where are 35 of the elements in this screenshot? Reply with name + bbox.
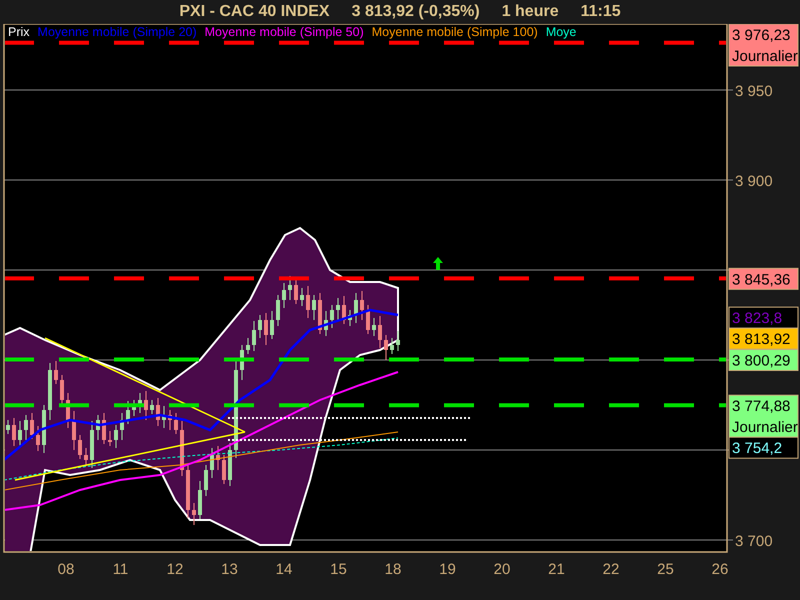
tag-period: Journalier <box>732 419 798 436</box>
time: 11:15 <box>580 3 621 21</box>
legend-item: Moye <box>546 25 576 39</box>
tag-value: 3 754,2 <box>732 440 782 458</box>
axis-label: 13 <box>221 561 238 578</box>
axis-label: 3 950 <box>735 83 773 100</box>
legend-item: Moyenne mobile (Simple 100) <box>372 25 538 39</box>
tag-value: 3 845,36 <box>732 271 790 288</box>
axis-label: 18 <box>384 561 402 578</box>
axis-label: 11 <box>112 561 128 578</box>
tag-value: 3 774,88 <box>732 398 790 416</box>
tag-value: 3 813,92 <box>732 331 790 348</box>
axis-label: 14 <box>276 561 292 578</box>
axis-label: 3 700 <box>735 533 773 550</box>
tag-value: 3 823,8 <box>732 310 782 328</box>
legend-item: Moyenne mobile (Simple 20) <box>38 25 197 39</box>
timeframe: 1 heure <box>502 3 559 21</box>
tag-value: 3 800,29 <box>732 352 790 370</box>
legend-item: Prix <box>8 25 30 39</box>
tag-period: Journalier <box>732 48 798 65</box>
up-arrow-icon <box>433 257 443 270</box>
tag-value: 3 976,23 <box>732 27 790 44</box>
axis-label: 3 900 <box>735 173 773 190</box>
axis-label: 15 <box>330 561 347 578</box>
axis-label: 12 <box>166 561 184 578</box>
price-change: 3 813,92 (-0,35%) <box>352 3 480 21</box>
instrument-name: PXI - CAC 40 INDEX <box>179 3 330 21</box>
axis-label: 20 <box>494 561 510 578</box>
axis-label: 22 <box>602 561 620 578</box>
axis-label: 08 <box>58 561 74 578</box>
axis-label: 25 <box>657 561 674 578</box>
axis-label: 19 <box>439 561 456 578</box>
axis-label: 21 <box>548 561 565 578</box>
axis-label: 26 <box>712 561 728 578</box>
legend-item: Moyenne mobile (Simple 50) <box>204 25 364 39</box>
